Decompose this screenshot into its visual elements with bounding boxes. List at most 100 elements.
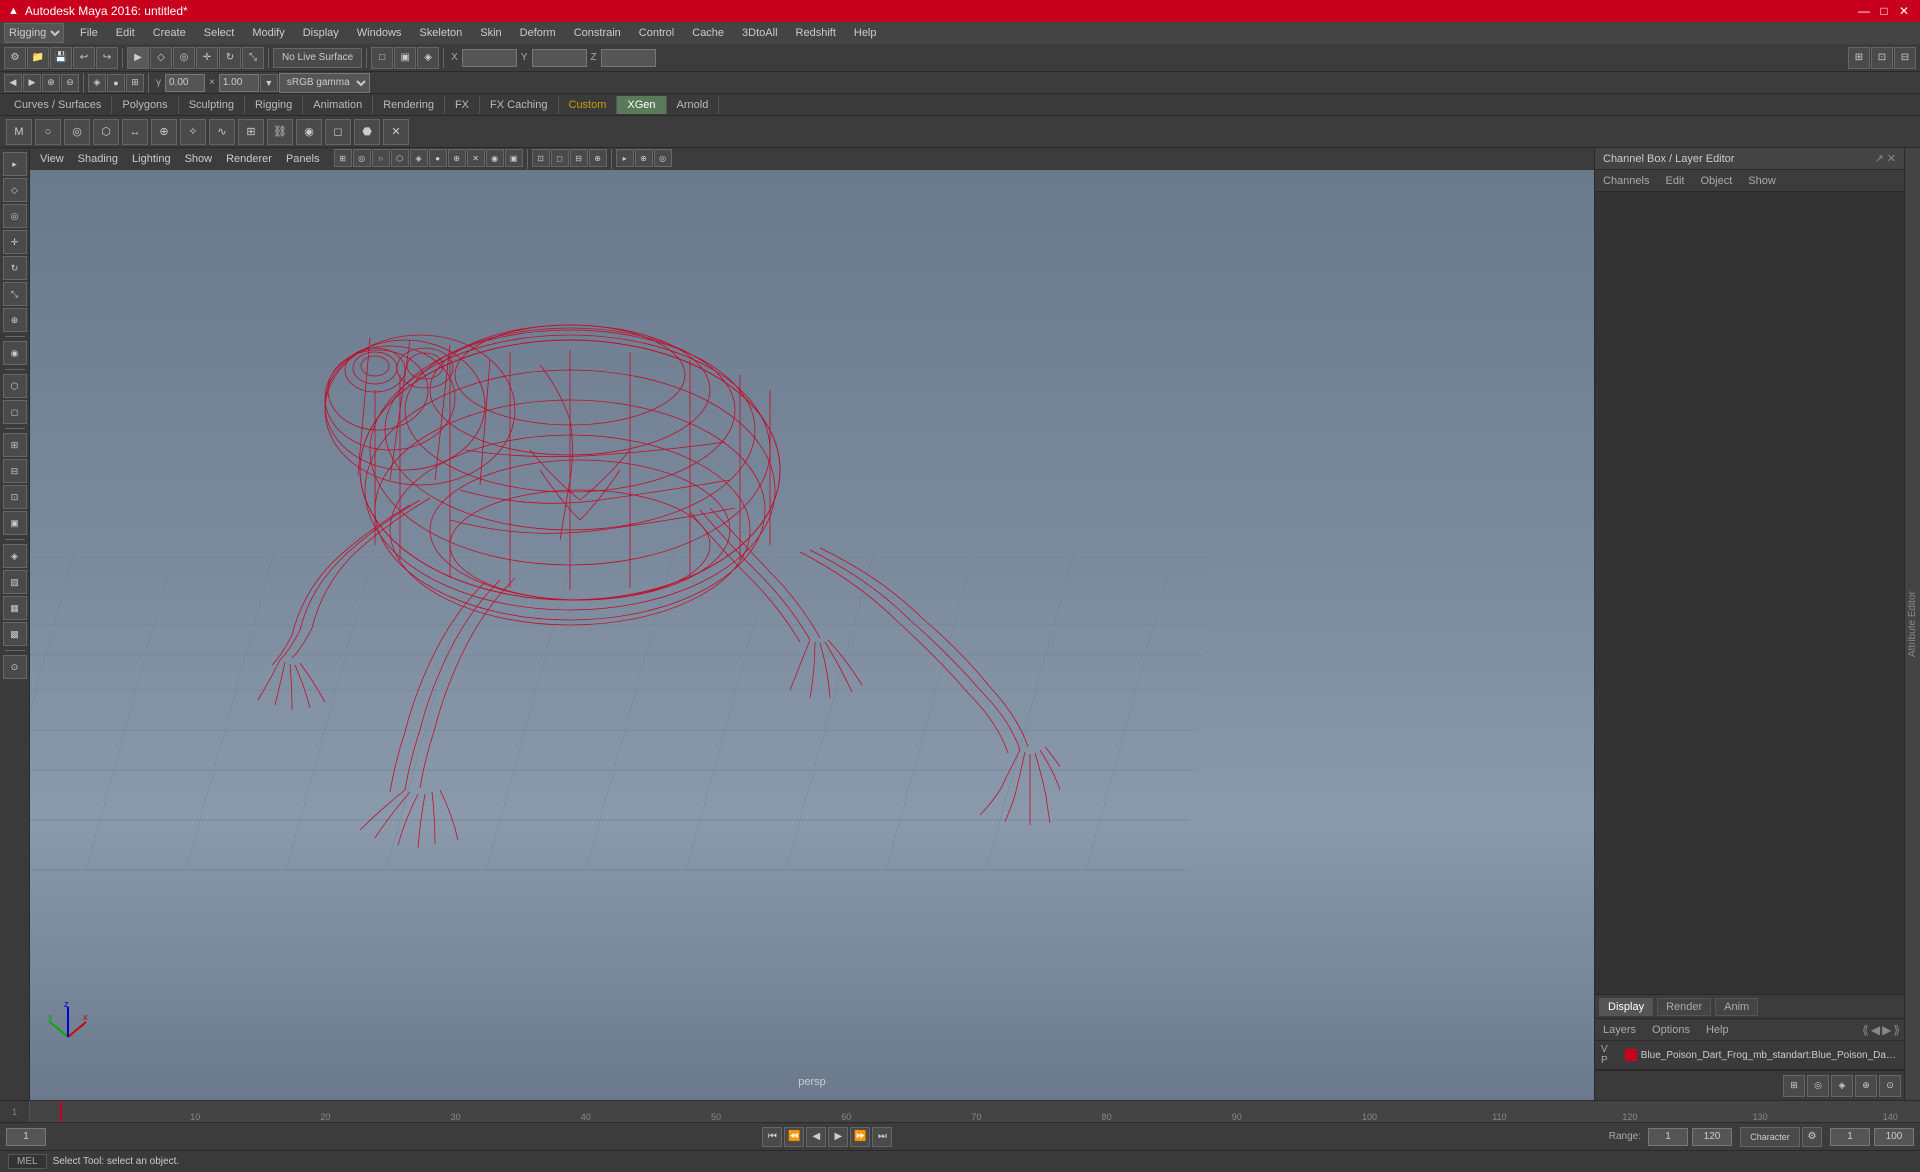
sidebar-lasso[interactable]: ◇ bbox=[3, 178, 27, 202]
menu-skin[interactable]: Skin bbox=[472, 25, 509, 41]
vp-icon-1[interactable]: ⊞ bbox=[334, 149, 352, 167]
toolbar-btn-2[interactable]: 📁 bbox=[27, 47, 49, 69]
tb2-2[interactable]: ▶ bbox=[23, 74, 41, 92]
sidebar-display-2[interactable]: ⊟ bbox=[3, 459, 27, 483]
vp-menu-panels[interactable]: Panels bbox=[280, 151, 326, 167]
rp-icon-5[interactable]: ⊙ bbox=[1879, 1075, 1901, 1097]
toolbar-btn-1[interactable]: ⚙ bbox=[4, 47, 26, 69]
menu-modify[interactable]: Modify bbox=[244, 25, 292, 41]
sidebar-move[interactable]: ✛ bbox=[3, 230, 27, 254]
y-input[interactable] bbox=[532, 49, 587, 67]
vp-snap-4[interactable]: ⊕ bbox=[589, 149, 607, 167]
toolbar-lasso[interactable]: ◇ bbox=[150, 47, 172, 69]
tab-polygons[interactable]: Polygons bbox=[112, 96, 178, 114]
tab-curves-surfaces[interactable]: Curves / Surfaces bbox=[4, 96, 112, 114]
tb2-6[interactable]: ● bbox=[107, 74, 125, 92]
viewport-area[interactable]: View Shading Lighting Show Renderer Pane… bbox=[30, 148, 1594, 1100]
menu-skeleton[interactable]: Skeleton bbox=[411, 25, 470, 41]
shelf-icon-2[interactable]: ◎ bbox=[64, 119, 90, 145]
vp-snap-3[interactable]: ⊟ bbox=[570, 149, 588, 167]
tb2-1[interactable]: ◀ bbox=[4, 74, 22, 92]
tab-rigging[interactable]: Rigging bbox=[245, 96, 303, 114]
tab-fx[interactable]: FX bbox=[445, 96, 480, 114]
sidebar-rotate[interactable]: ↻ bbox=[3, 256, 27, 280]
tab-custom[interactable]: Custom bbox=[559, 96, 618, 114]
close-button[interactable]: ✕ bbox=[1896, 3, 1912, 19]
tab-fx-caching[interactable]: FX Caching bbox=[480, 96, 558, 114]
shelf-icon-4[interactable]: ↔ bbox=[122, 119, 148, 145]
vp-icon-2[interactable]: ◎ bbox=[353, 149, 371, 167]
vp-menu-show[interactable]: Show bbox=[179, 151, 219, 167]
playback-start-input[interactable] bbox=[1830, 1128, 1870, 1146]
shelf-icon-curve[interactable]: ∿ bbox=[209, 119, 235, 145]
cb-display-tab[interactable]: Display bbox=[1599, 998, 1653, 1016]
range-start-input[interactable] bbox=[1648, 1128, 1688, 1146]
cb-header-icon-1[interactable]: ↗ bbox=[1875, 152, 1884, 165]
cb-nav-2[interactable]: ◀ bbox=[1871, 1023, 1880, 1037]
range-end-input[interactable] bbox=[1692, 1128, 1732, 1146]
sidebar-display-4[interactable]: ▣ bbox=[3, 511, 27, 535]
tb2-3[interactable]: ⊕ bbox=[42, 74, 60, 92]
cb-nav-4[interactable]: ⟫ bbox=[1893, 1023, 1900, 1037]
vp-menu-view[interactable]: View bbox=[34, 151, 70, 167]
vp-snap-1[interactable]: ⊡ bbox=[532, 149, 550, 167]
maximize-button[interactable]: □ bbox=[1876, 3, 1892, 19]
vp-icon-10[interactable]: ▣ bbox=[505, 149, 523, 167]
no-live-surface-button[interactable]: No Live Surface bbox=[273, 48, 362, 68]
toolbar-ipr[interactable]: ◈ bbox=[417, 47, 439, 69]
shelf-icon-8[interactable]: ⊞ bbox=[238, 119, 264, 145]
toolbar-move[interactable]: ✛ bbox=[196, 47, 218, 69]
toolbar-btn-3[interactable]: 💾 bbox=[50, 47, 72, 69]
shelf-icon-11[interactable]: ◻ bbox=[325, 119, 351, 145]
step-back-button[interactable]: ⏪ bbox=[784, 1127, 804, 1147]
toolbar-right-2[interactable]: ⊡ bbox=[1871, 47, 1893, 69]
menu-edit[interactable]: Edit bbox=[108, 25, 143, 41]
vp-snap-2[interactable]: ◻ bbox=[551, 149, 569, 167]
sidebar-soft-select[interactable]: ◉ bbox=[3, 341, 27, 365]
playback-end-input[interactable] bbox=[1874, 1128, 1914, 1146]
menu-redshift[interactable]: Redshift bbox=[788, 25, 844, 41]
tab-rendering[interactable]: Rendering bbox=[373, 96, 445, 114]
vp-menu-shading[interactable]: Shading bbox=[72, 151, 124, 167]
menu-control[interactable]: Control bbox=[631, 25, 682, 41]
sidebar-render-1[interactable]: ◈ bbox=[3, 544, 27, 568]
layer-item[interactable]: V P Blue_Poison_Dart_Frog_mb_standart:Bl… bbox=[1595, 1041, 1904, 1070]
sidebar-render-4[interactable]: ▩ bbox=[3, 622, 27, 646]
timeline-playhead[interactable] bbox=[60, 1101, 62, 1122]
toolbar-select[interactable]: ▶ bbox=[127, 47, 149, 69]
shelf-icon-10[interactable]: ◉ bbox=[296, 119, 322, 145]
sidebar-misc[interactable]: ⊙ bbox=[3, 655, 27, 679]
timeline-options[interactable]: ⚙ bbox=[1802, 1127, 1822, 1147]
gamma-input[interactable]: 0.00 bbox=[165, 74, 205, 92]
menu-create[interactable]: Create bbox=[145, 25, 194, 41]
vp-menu-renderer[interactable]: Renderer bbox=[220, 151, 278, 167]
cb-tab-object[interactable]: Object bbox=[1696, 173, 1736, 189]
sidebar-surface[interactable]: ◻ bbox=[3, 400, 27, 424]
cb-layers-tab[interactable]: Layers bbox=[1599, 1022, 1640, 1038]
mult-input[interactable]: 1.00 bbox=[219, 74, 259, 92]
menu-deform[interactable]: Deform bbox=[512, 25, 564, 41]
step-forward-button[interactable]: ⏩ bbox=[850, 1127, 870, 1147]
toolbar-paint[interactable]: ◎ bbox=[173, 47, 195, 69]
timeline-numbers[interactable]: 10 20 30 40 50 60 70 80 90 100 110 120 1… bbox=[60, 1101, 1920, 1122]
menu-file[interactable]: File bbox=[72, 25, 106, 41]
vp-vis-3[interactable]: ◎ bbox=[654, 149, 672, 167]
cb-tab-show[interactable]: Show bbox=[1744, 173, 1780, 189]
cb-anim-tab[interactable]: Anim bbox=[1715, 998, 1758, 1016]
vp-icon-4[interactable]: ⬡ bbox=[391, 149, 409, 167]
tb2-5[interactable]: ◈ bbox=[88, 74, 106, 92]
toolbar-right-3[interactable]: ⊟ bbox=[1894, 47, 1916, 69]
tb2-colorspace-toggle[interactable]: ▼ bbox=[260, 74, 278, 92]
cb-options-tab[interactable]: Options bbox=[1648, 1022, 1694, 1038]
vp-icon-3[interactable]: ○ bbox=[372, 149, 390, 167]
workspace-selector[interactable]: Rigging bbox=[4, 23, 64, 43]
cb-tab-edit[interactable]: Edit bbox=[1661, 173, 1688, 189]
shelf-icon-x[interactable]: ✕ bbox=[383, 119, 409, 145]
vp-icon-7[interactable]: ⊕ bbox=[448, 149, 466, 167]
toolbar-btn-undo[interactable]: ↩ bbox=[73, 47, 95, 69]
menu-display[interactable]: Display bbox=[295, 25, 347, 41]
sidebar-display-3[interactable]: ⊡ bbox=[3, 485, 27, 509]
title-controls[interactable]: — □ ✕ bbox=[1856, 3, 1912, 19]
go-to-start-button[interactable]: ⏮ bbox=[762, 1127, 782, 1147]
menu-help[interactable]: Help bbox=[846, 25, 885, 41]
